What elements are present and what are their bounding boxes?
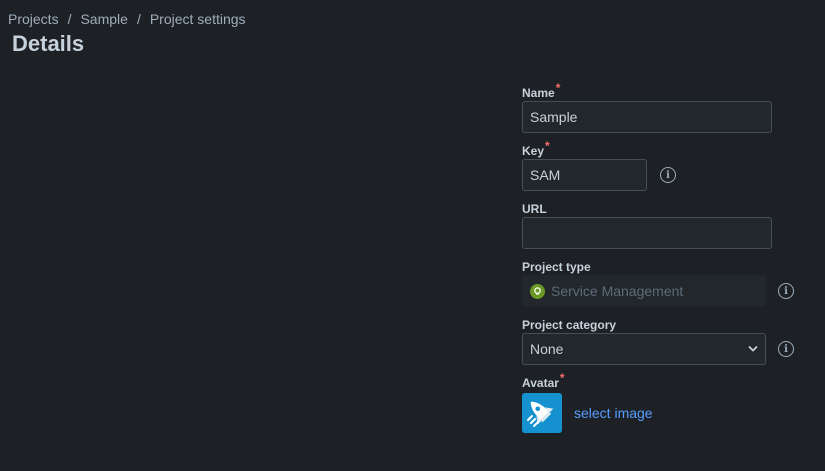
key-group: Key* SAM i [522,139,802,191]
breadcrumb: Projects / Sample / Project settings [8,11,246,27]
key-label: Key* [522,139,550,158]
project-category-group: Project category None i [522,318,802,365]
key-input[interactable]: SAM [522,159,647,191]
info-icon[interactable]: i [778,283,794,299]
project-type-field: Service Management [522,275,766,307]
name-input[interactable]: Sample [522,101,772,133]
page-title: Details [12,31,85,56]
url-group: URL [522,202,802,249]
breadcrumb-separator: / [136,11,141,27]
info-icon[interactable]: i [778,341,794,357]
project-details-form: Name* Sample Key* SAM i URL Project type… [522,81,802,444]
avatar-group: Avatar* select image [522,371,802,433]
breadcrumb-projects[interactable]: Projects [8,11,59,27]
info-icon[interactable]: i [660,167,676,183]
avatar-label: Avatar* [522,371,565,390]
project-type-value: Service Management [551,283,684,299]
name-group: Name* Sample [522,81,802,133]
breadcrumb-project-settings[interactable]: Project settings [150,11,246,27]
breadcrumb-separator: / [67,11,72,27]
rocket-avatar-icon[interactable] [522,393,562,433]
project-type-label: Project type [522,260,591,274]
url-input[interactable] [522,217,772,249]
required-mark: * [545,139,550,153]
required-mark: * [559,371,565,385]
breadcrumb-sample[interactable]: Sample [80,11,127,27]
project-category-label: Project category [522,318,617,332]
project-type-group: Project type Service Management i [522,260,802,307]
project-category-value: None [530,341,564,357]
project-category-select[interactable]: None [522,333,766,365]
name-label: Name* [522,81,561,100]
chevron-down-icon [748,343,758,355]
url-label: URL [522,202,547,216]
select-image-link[interactable]: select image [574,405,653,421]
required-mark: * [555,81,561,95]
service-management-icon [530,283,545,299]
